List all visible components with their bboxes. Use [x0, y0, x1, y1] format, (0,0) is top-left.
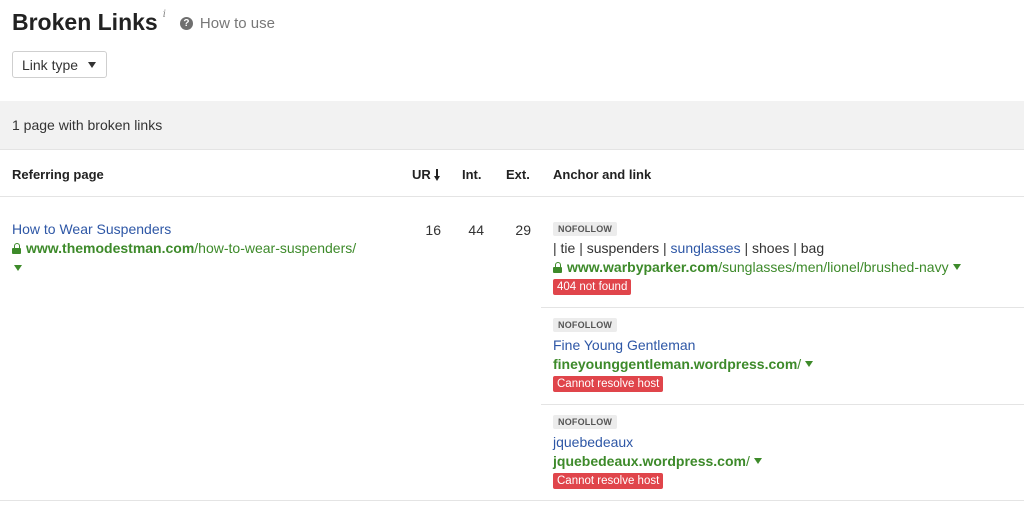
anchor-text: jquebedeaux: [553, 434, 633, 450]
anchor-text: | tie | suspenders | sunglasses | shoes …: [553, 240, 824, 256]
link-url-domain: jquebedeaux.wordpress.com: [553, 453, 746, 469]
referring-url-path: /how-to-wear-suspenders/: [194, 240, 357, 256]
link-url-path: /sunglasses/men/lionel/brushed-navy: [718, 259, 949, 275]
ext-value: 29: [515, 222, 531, 238]
link-url-path: /: [745, 453, 750, 469]
anchor-link[interactable]: jquebedeaux: [553, 434, 633, 450]
dropdown-caret-icon[interactable]: [14, 265, 22, 271]
error-badge: Cannot resolve host: [553, 376, 664, 392]
int-value: 44: [468, 222, 484, 238]
summary-text: 1 page with broken links: [12, 117, 163, 133]
table-header: Referring page UR Int. Ext. Anchor and l…: [0, 150, 1024, 197]
dropdown-caret-icon[interactable]: [805, 361, 814, 367]
link-url[interactable]: jquebedeaux.wordpress.com /: [553, 453, 762, 469]
how-to-use-label: How to use: [199, 15, 275, 32]
page-header: Broken Links i ? How to use: [12, 8, 275, 38]
page-title: Broken Links: [12, 9, 158, 35]
link-url[interactable]: fineyounggentleman.wordpress.com /: [553, 356, 814, 372]
link-url-domain: fineyounggentleman.wordpress.com: [553, 356, 798, 372]
column-header-ur[interactable]: UR: [412, 167, 440, 182]
caret-down-icon: [88, 61, 97, 68]
lock-icon: [553, 262, 562, 273]
referring-page-url-link[interactable]: www.themodestman.com/how-to-wear-suspend…: [12, 240, 356, 256]
sort-arrow-down-icon: [433, 168, 440, 181]
anchor-item: NOFOLLOW jquebedeaux jquebedeaux.wordpre…: [541, 405, 1024, 501]
nofollow-badge: NOFOLLOW: [553, 222, 618, 236]
ur-value: 16: [425, 222, 441, 238]
anchor-item: NOFOLLOW Fine Young Gentleman fineyoungg…: [541, 308, 1024, 405]
link-url[interactable]: www.warbyparker.com/sunglasses/men/lione…: [553, 259, 961, 275]
column-header-int[interactable]: Int.: [462, 167, 482, 182]
column-header-referring-page: Referring page: [12, 167, 104, 182]
link-type-dropdown[interactable]: Link type: [12, 51, 108, 78]
referring-page-title-link[interactable]: How to Wear Suspenders: [12, 221, 171, 237]
table-row: How to Wear Suspenders www.themodestman.…: [0, 198, 1024, 501]
column-header-ur-label: UR: [412, 167, 431, 182]
lock-icon: [12, 243, 21, 254]
link-url-domain: www.warbyparker.com: [567, 259, 719, 275]
link-url-path: /: [797, 356, 802, 372]
info-icon[interactable]: i: [163, 9, 166, 20]
dropdown-caret-icon[interactable]: [753, 458, 762, 464]
nofollow-badge: NOFOLLOW: [553, 415, 618, 429]
anchor-text-before: | tie | suspenders |: [553, 240, 671, 256]
column-header-ext[interactable]: Ext.: [506, 167, 530, 182]
anchor-text-after: | shoes | bag: [740, 240, 825, 256]
anchor-item: NOFOLLOW | tie | suspenders | sunglasses…: [541, 216, 1024, 308]
dropdown-caret-icon[interactable]: [952, 264, 961, 270]
error-badge: 404 not found: [553, 279, 632, 295]
error-badge: Cannot resolve host: [553, 473, 664, 489]
anchor-text: Fine Young Gentleman: [553, 337, 695, 353]
nofollow-badge: NOFOLLOW: [553, 318, 618, 332]
referring-url-domain: www.themodestman.com: [26, 240, 195, 256]
anchor-link[interactable]: sunglasses: [671, 240, 741, 256]
how-to-use-link[interactable]: ? How to use: [179, 15, 275, 32]
column-header-anchor-and-link: Anchor and link: [553, 167, 652, 182]
anchor-link[interactable]: Fine Young Gentleman: [553, 337, 695, 353]
summary-bar: 1 page with broken links: [0, 101, 1024, 150]
link-type-label: Link type: [22, 56, 79, 73]
question-icon: ?: [179, 17, 193, 30]
